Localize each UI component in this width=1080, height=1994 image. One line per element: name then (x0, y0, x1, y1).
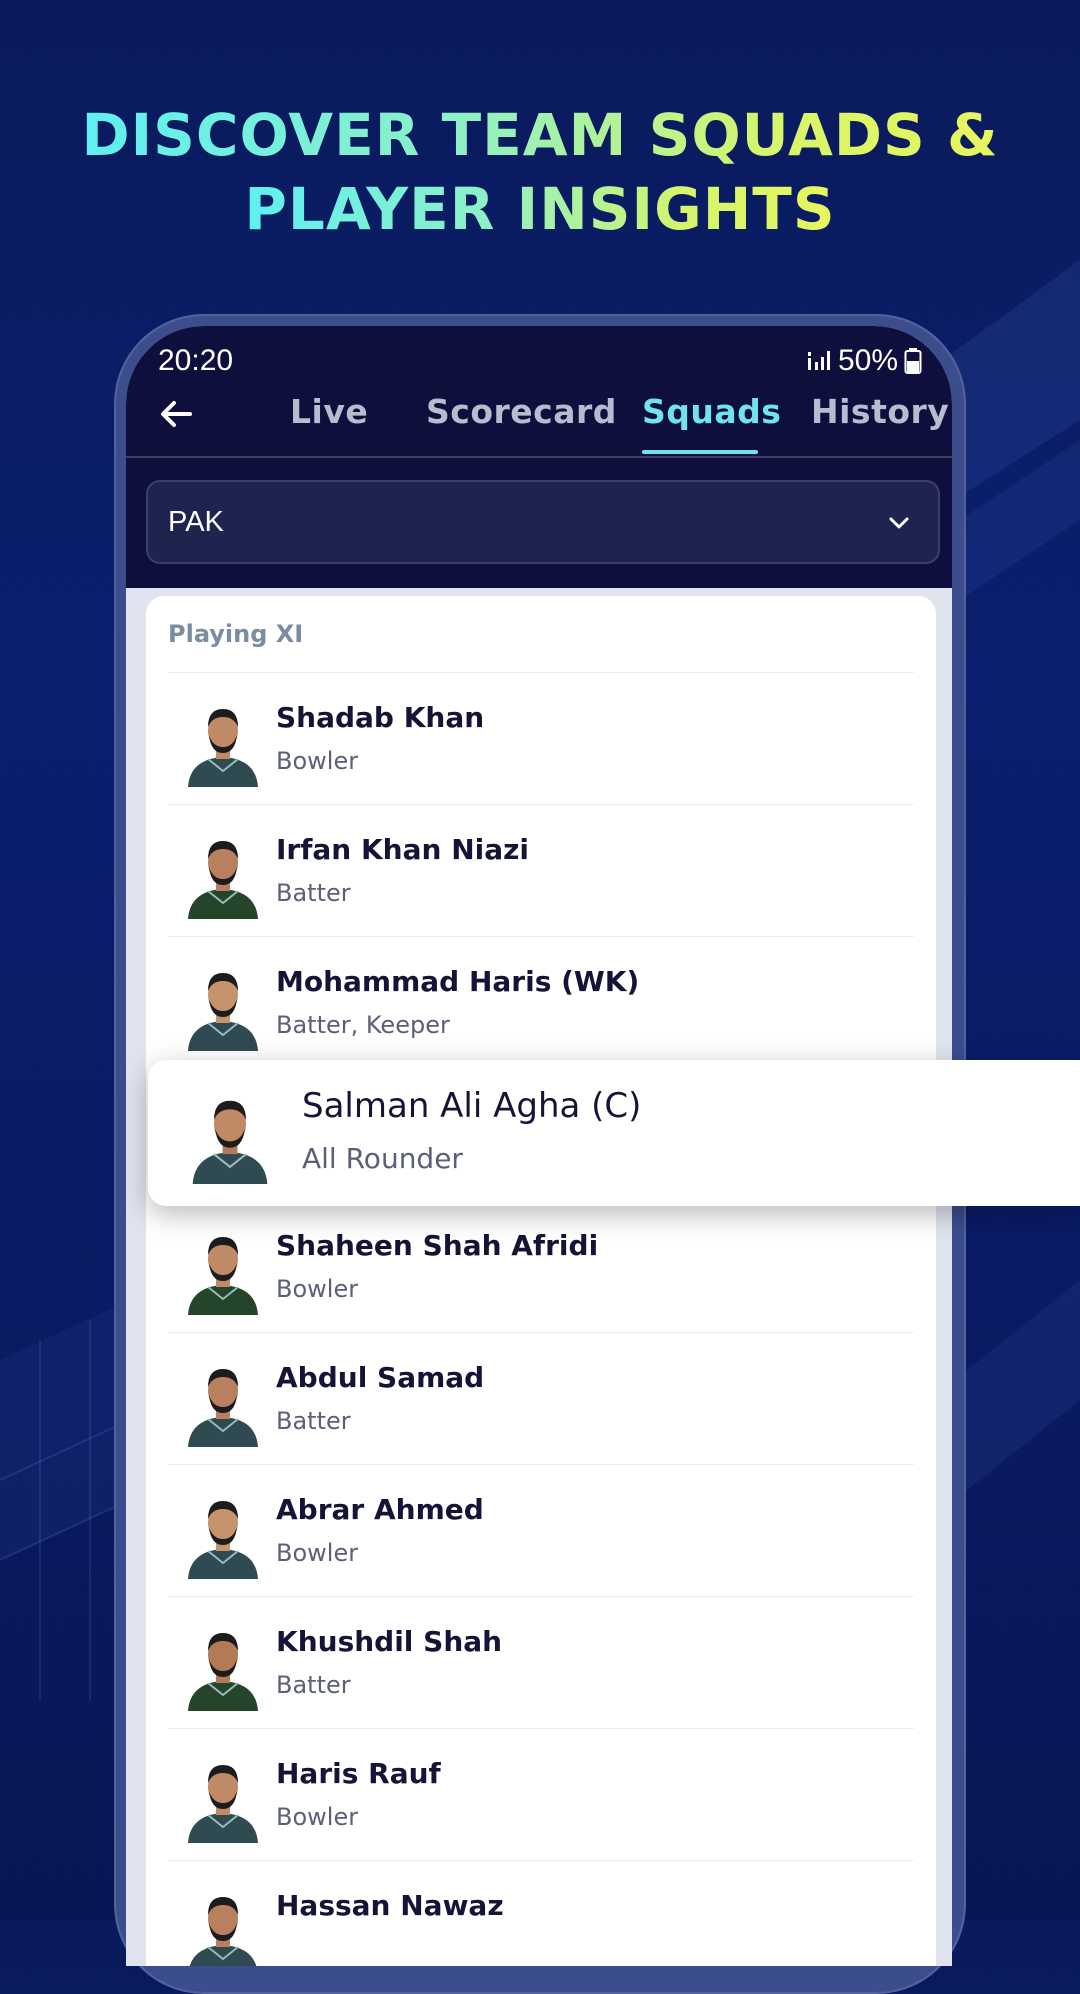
player-name: Shaheen Shah Afridi (276, 1229, 599, 1262)
player-avatar-icon (188, 1633, 258, 1711)
section-title-playing-xi: Playing XI (168, 620, 304, 648)
player-name: Salman Ali Agha (C) (302, 1086, 642, 1126)
player-role: Batter, Keeper (276, 1011, 450, 1039)
player-name: Khushdil Shah (276, 1625, 503, 1658)
player-row[interactable]: Hassan Nawaz (168, 1860, 914, 1966)
player-name: Irfan Khan Niazi (276, 833, 530, 866)
player-avatar-icon (188, 973, 258, 1051)
tab-live[interactable]: Live (290, 392, 368, 431)
highlighted-player-card[interactable]: Salman Ali Agha (C) All Rounder (148, 1060, 1080, 1206)
player-role: Bowler (276, 1803, 359, 1831)
player-role: Batter (276, 879, 351, 907)
active-tab-indicator (642, 450, 758, 454)
player-role: Bowler (276, 1275, 359, 1303)
player-avatar-icon (188, 1765, 258, 1843)
app-header: 20:20 50% Live Scorecard Squads History … (126, 326, 952, 588)
player-name: Abrar Ahmed (276, 1493, 484, 1526)
player-row[interactable]: Mohammad Haris (WK) Batter, Keeper (168, 936, 914, 1069)
headline-line-2: PLAYER INSIGHTS (244, 175, 836, 243)
squad-card: Playing XI Shadab Khan Bowler Irfan Khan N… (146, 596, 936, 1966)
tab-squads[interactable]: Squads (642, 392, 781, 431)
player-name: Abdul Samad (276, 1361, 485, 1394)
player-row[interactable]: Abrar Ahmed Bowler (168, 1464, 914, 1597)
status-time: 20:20 (158, 344, 234, 377)
player-row[interactable]: Shaheen Shah Afridi Bowler (168, 1200, 914, 1333)
player-role: Bowler (276, 1539, 359, 1567)
headline-line-1: DISCOVER TEAM SQUADS & (81, 101, 999, 169)
player-role: Bowler (276, 747, 359, 775)
player-name: Shadab Khan (276, 701, 485, 734)
player-avatar-icon (188, 1369, 258, 1447)
status-indicators: 50% (806, 344, 922, 378)
player-row[interactable]: Khushdil Shah Batter (168, 1596, 914, 1729)
player-avatar-icon (188, 841, 258, 919)
battery-icon (904, 348, 922, 374)
player-name: Mohammad Haris (WK) (276, 965, 640, 998)
player-avatar-icon (188, 1237, 258, 1315)
player-avatar-icon (189, 1897, 257, 1966)
tab-history[interactable]: History (811, 392, 949, 431)
player-role: All Rounder (302, 1142, 463, 1175)
team-select-dropdown[interactable]: PAK (146, 480, 940, 564)
player-name: Hassan Nawaz (276, 1889, 504, 1922)
player-role: Batter (276, 1407, 351, 1435)
player-row[interactable]: Shadab Khan Bowler (168, 672, 914, 805)
team-select-value: PAK (168, 506, 224, 538)
player-name: Haris Rauf (276, 1757, 441, 1790)
player-row[interactable]: Haris Rauf Bowler (168, 1728, 914, 1861)
player-avatar-icon (188, 1501, 258, 1579)
match-tabs: Live Scorecard Squads History (126, 392, 952, 452)
player-row[interactable]: Abdul Samad Batter (168, 1332, 914, 1465)
player-row[interactable]: Irfan Khan Niazi Batter (168, 804, 914, 937)
chevron-down-icon (889, 517, 909, 529)
player-avatar-icon (188, 709, 258, 787)
tab-scorecard[interactable]: Scorecard (426, 392, 617, 431)
battery-percent: 50% (837, 344, 898, 377)
player-role: Batter (276, 1671, 351, 1699)
tab-divider (126, 456, 952, 458)
signal-icon (807, 351, 830, 370)
player-avatar-icon (192, 1100, 268, 1184)
